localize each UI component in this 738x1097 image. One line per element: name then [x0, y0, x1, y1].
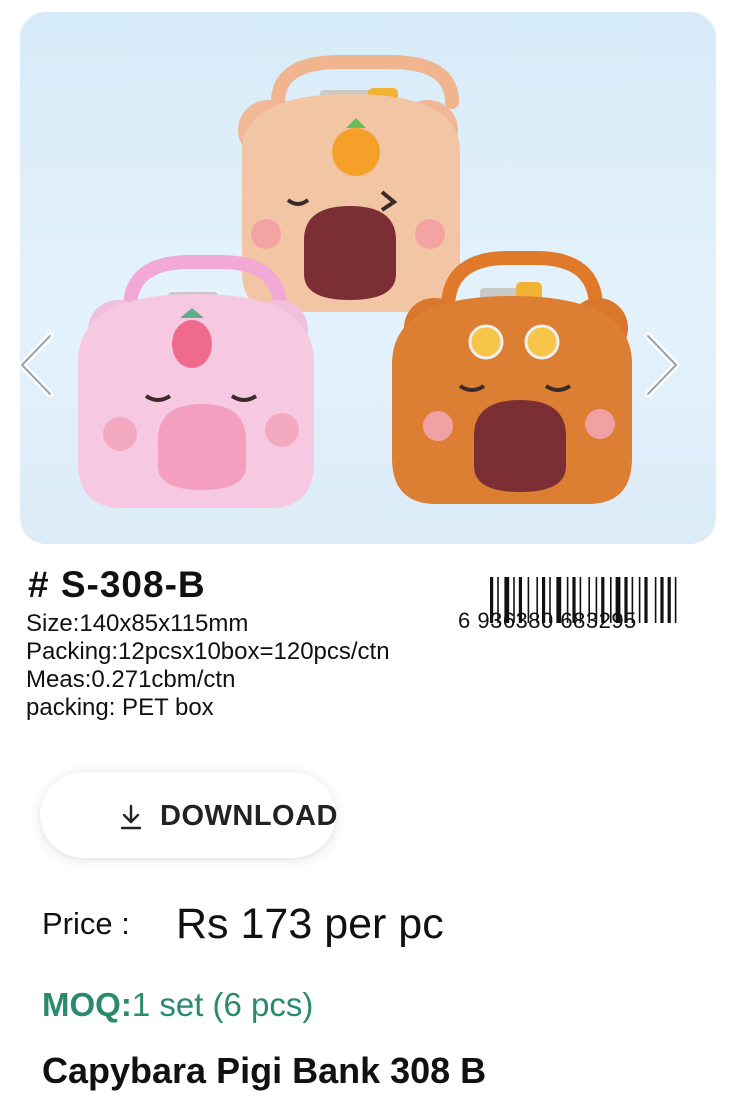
- barcode-number: 6 936380 683295: [458, 608, 637, 633]
- price-label: Price :: [42, 906, 130, 941]
- spec-packing-type: packing: PET box: [26, 694, 214, 721]
- moq-value: 1 set (6 pcs): [131, 986, 314, 1023]
- barcode-bar: [654, 577, 657, 623]
- price-value: Rs 173 per pc: [176, 900, 444, 948]
- chevron-right-icon: [644, 332, 680, 398]
- moq-label: MOQ:: [42, 986, 132, 1023]
- carousel-next-button[interactable]: [640, 330, 684, 400]
- download-button[interactable]: DOWNLOAD: [40, 772, 338, 858]
- spec-size: Size:140x85x115mm: [26, 610, 249, 637]
- product-sku: # S-308-B: [28, 564, 206, 605]
- carousel-prev-button[interactable]: [14, 330, 58, 400]
- download-icon: [120, 804, 142, 830]
- barcode-bar: [638, 577, 641, 623]
- chevron-left-icon: [18, 332, 54, 398]
- product-title: Capybara Pigi Bank 308 B: [42, 1050, 487, 1091]
- barcode-bar: [674, 577, 677, 623]
- barcode-bar: [660, 577, 664, 623]
- barcode-bar: [667, 577, 671, 623]
- moq-line: MOQ:1 set (6 pcs): [42, 986, 313, 1024]
- spec-meas: Meas:0.271cbm/ctn: [26, 666, 236, 693]
- product-image-carousel[interactable]: [20, 12, 716, 544]
- pink-capybara-bank: [78, 255, 314, 508]
- product-image: [78, 55, 632, 508]
- download-label: DOWNLOAD: [160, 800, 338, 832]
- barcode-bar: [644, 577, 648, 623]
- spec-packing: Packing:12pcsx10box=120pcs/ctn: [26, 638, 390, 665]
